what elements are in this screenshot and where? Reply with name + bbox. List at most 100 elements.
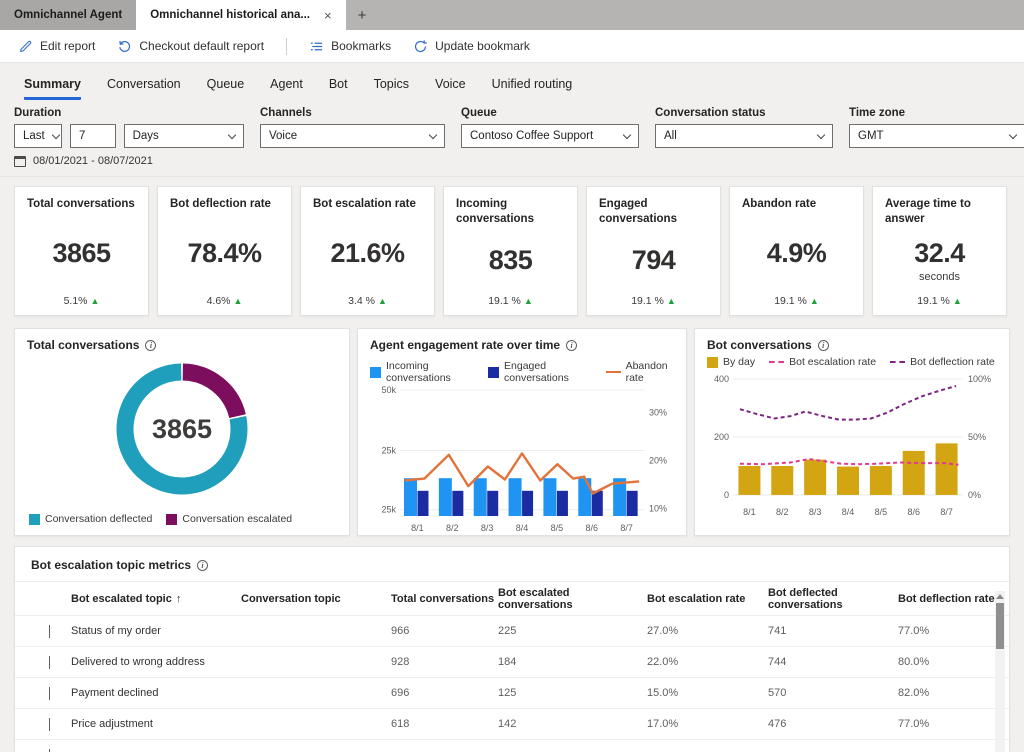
info-icon[interactable] [818,340,829,351]
up-triangle-icon: ▲ [953,296,962,306]
filter-conversation-status: Conversation status All [655,107,833,167]
tab-omnichannel-agent[interactable]: Omnichannel Agent [0,0,136,30]
edit-report-button[interactable]: Edit report [18,39,95,54]
toolbar-divider [286,38,287,55]
svg-text:30%: 30% [649,408,667,418]
info-icon[interactable] [566,340,577,351]
table-row[interactable]: Payment declined 696 125 15.0% 570 82.0% [15,677,1009,708]
checkout-default-report-button[interactable]: Checkout default report [117,39,264,54]
scrollbar-thumb[interactable] [996,603,1004,649]
bot-legend: By day Bot escalation rate Bot deflectio… [707,356,997,368]
filter-label: Channels [260,107,445,119]
table-scrollbar[interactable] [995,591,1005,752]
legend-swatch [166,514,177,525]
svg-text:8/1: 8/1 [411,523,424,533]
chevron-down-icon [429,130,437,138]
kpi-value: 4.9% [767,238,827,269]
col-conversation-topic[interactable]: Conversation topic [241,593,391,605]
legend-item[interactable]: Conversation deflected [29,513,152,525]
col-bot-escalation-rate[interactable]: Bot escalation rate [647,593,768,605]
legend-item[interactable]: Bot escalation rate [769,356,876,368]
kpi-unit: seconds [919,271,960,283]
table-row[interactable]: Delivered to wrong address 928 184 22.0%… [15,646,1009,677]
kpi-bot-escalation-rate: Bot escalation rate 21.6% 3.4 %▲ [300,186,435,316]
kpi-average-time-to-answer: Average time to answer 32.4 seconds 19.1… [872,186,1007,316]
legend-item[interactable]: Engaged conversations [488,360,592,384]
col-total-conversations[interactable]: Total conversations [391,593,498,605]
tab-topics[interactable]: Topics [374,77,409,97]
chevron-down-icon [817,130,825,138]
svg-text:8/6: 8/6 [585,523,598,533]
channels-select[interactable]: Voice [260,124,445,148]
info-icon[interactable] [197,560,208,571]
svg-text:8/3: 8/3 [481,523,494,533]
update-bookmark-button[interactable]: Update bookmark [413,39,530,54]
legend-item[interactable]: Conversation escalated [166,513,292,525]
chevron-down-icon [228,130,236,138]
kpi-value: 835 [489,245,533,276]
duration-count-input[interactable]: 7 [70,124,116,148]
bookmarks-button[interactable]: Bookmarks [309,39,391,54]
tab-bot[interactable]: Bot [329,77,348,97]
chevron-right-icon[interactable] [49,625,50,638]
col-bot-escalated-conversations[interactable]: Bot escalated conversations [498,587,647,611]
col-bot-deflected-conversations[interactable]: Bot deflected conversations [768,587,898,611]
legend-line-swatch [606,371,621,373]
new-tab-button[interactable]: + [346,0,379,30]
queue-select[interactable]: Contoso Coffee Support [461,124,639,148]
chevron-down-icon [1009,130,1017,138]
table-row[interactable]: Status of my order 966 225 27.0% 741 77.… [15,615,1009,646]
donut-legend: Conversation deflected Conversation esca… [29,513,292,525]
legend-item[interactable]: Abandon rate [606,360,674,384]
col-bot-deflection-rate[interactable]: Bot deflection rate [898,593,1009,605]
tab-conversation[interactable]: Conversation [107,77,181,97]
conversation-status-select[interactable]: All [655,124,833,148]
filter-time-zone: Time zone GMT [849,107,1024,167]
svg-text:8/2: 8/2 [446,523,459,533]
legend-item[interactable]: By day [707,356,755,368]
up-triangle-icon: ▲ [810,296,819,306]
table-row[interactable] [15,739,1009,752]
calendar-icon [14,156,26,167]
svg-text:0%: 0% [968,490,981,500]
svg-text:8/4: 8/4 [516,523,529,533]
chart-title: Bot conversations [707,338,997,352]
svg-text:8/1: 8/1 [743,507,756,517]
svg-text:50%: 50% [968,432,986,442]
kpi-value: 21.6% [330,238,404,269]
col-bot-escalated-topic[interactable]: Bot escalated topic↑ [71,593,241,605]
donut-chart: 3865 [107,354,257,504]
report-nav: Summary Conversation Queue Agent Bot Top… [0,63,1024,97]
tab-agent[interactable]: Agent [270,77,303,97]
chevron-right-icon[interactable] [49,718,50,731]
time-zone-select[interactable]: GMT [849,124,1024,148]
kpi-incoming-conversations: Incoming conversations 835 19.1 %▲ [443,186,578,316]
svg-text:50k: 50k [381,385,396,395]
tab-queue[interactable]: Queue [207,77,245,97]
scrollbar-up-arrow-icon[interactable] [996,594,1004,599]
kpi-delta: 19.1 %▲ [599,295,708,307]
close-icon[interactable]: × [324,8,332,23]
kpi-value: 794 [632,245,676,276]
svg-text:8/5: 8/5 [875,507,888,517]
tab-omnichannel-historical[interactable]: Omnichannel historical ana... × [136,0,345,30]
svg-text:8/4: 8/4 [842,507,855,517]
chevron-right-icon[interactable] [49,687,50,700]
kpi-row: Total conversations 3865 5.1%▲ Bot defle… [0,176,1024,320]
tab-summary[interactable]: Summary [24,77,81,100]
table-row[interactable]: Price adjustment 618 142 17.0% 476 77.0% [15,708,1009,739]
legend-swatch [370,367,381,378]
info-icon[interactable] [145,340,156,351]
legend-item[interactable]: Bot deflection rate [890,356,995,368]
filter-label: Duration [14,107,244,119]
legend-dash-swatch [890,361,905,363]
legend-item[interactable]: Incoming conversations [370,360,474,384]
date-range: 08/01/2021 - 08/07/2021 [14,155,244,167]
tab-voice[interactable]: Voice [435,77,466,97]
duration-last-select[interactable]: Last [14,124,62,148]
svg-text:8/7: 8/7 [620,523,633,533]
chevron-right-icon[interactable] [49,656,50,669]
duration-unit-select[interactable]: Days [124,124,244,148]
filter-label: Queue [461,107,639,119]
tab-unified-routing[interactable]: Unified routing [492,77,573,97]
